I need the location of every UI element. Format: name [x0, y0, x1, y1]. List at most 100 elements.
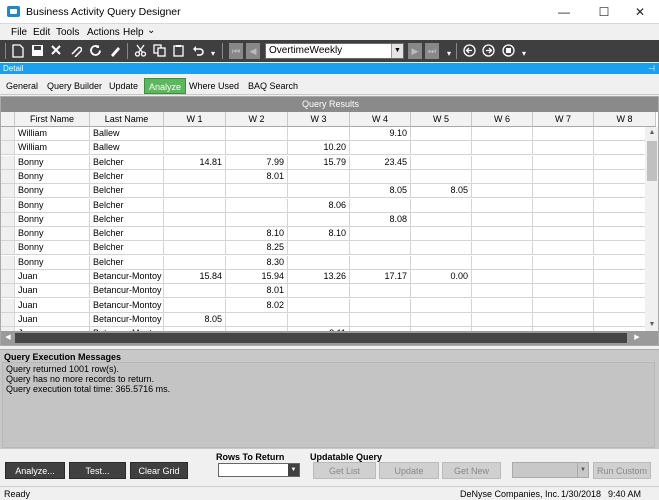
table-cell[interactable]: Juan — [15, 298, 90, 313]
more-tools-dropdown-icon[interactable]: ▾ — [517, 47, 531, 61]
column-header[interactable]: W 3 — [288, 112, 350, 127]
row-selector[interactable] — [1, 270, 15, 284]
column-header[interactable]: W 4 — [350, 112, 411, 127]
row-selector[interactable] — [1, 227, 15, 242]
table-row[interactable]: Bonny Belcher 14.81 7.99 15.79 23.45 — [1, 155, 645, 170]
table-cell[interactable] — [411, 241, 472, 256]
home-icon[interactable] — [501, 44, 515, 58]
chevron-down-icon[interactable]: ▼ — [288, 464, 299, 476]
table-cell[interactable]: 8.10 — [288, 227, 350, 242]
nav-dropdown-icon[interactable]: ▾ — [442, 47, 456, 61]
table-row[interactable]: Bonny Belcher 8.01 — [1, 169, 645, 184]
menu-help[interactable]: Help — [123, 27, 144, 38]
table-cell[interactable] — [472, 141, 533, 156]
table-cell[interactable] — [226, 141, 288, 156]
table-cell[interactable]: 15.94 — [226, 270, 288, 284]
table-cell[interactable]: 8.05 — [350, 184, 411, 199]
scroll-right-icon[interactable]: ▶ — [631, 332, 643, 344]
table-cell[interactable]: Bonny — [15, 198, 90, 213]
table-cell[interactable]: 8.25 — [226, 241, 288, 256]
table-row[interactable]: Juan Betancur-Montoy 8.05 — [1, 312, 645, 327]
maximize-button[interactable]: ☐ — [585, 0, 623, 24]
table-cell[interactable]: Betancur-Montoy — [90, 298, 164, 313]
table-cell[interactable] — [226, 312, 288, 327]
table-cell[interactable] — [411, 141, 472, 156]
row-selector[interactable] — [1, 169, 15, 184]
detail-panel-header[interactable]: Detail ⊣ — [0, 63, 659, 74]
table-cell[interactable] — [594, 284, 645, 299]
table-cell[interactable]: 23.45 — [350, 155, 411, 170]
table-cell[interactable] — [594, 141, 645, 156]
undo-icon[interactable] — [191, 44, 205, 58]
table-cell[interactable] — [288, 212, 350, 227]
analyze-button[interactable]: Analyze... — [5, 462, 65, 479]
horizontal-scroll-thumb[interactable] — [15, 333, 627, 343]
table-cell[interactable] — [350, 198, 411, 213]
table-cell[interactable]: 8.06 — [288, 198, 350, 213]
table-cell[interactable] — [288, 255, 350, 270]
query-select[interactable]: OvertimeWeekly ▼ — [265, 43, 404, 59]
table-cell[interactable]: 8.10 — [226, 227, 288, 242]
table-row[interactable]: Juan Betancur-Montoy 8.01 — [1, 284, 645, 299]
table-cell[interactable] — [472, 241, 533, 256]
tab-baq-search[interactable]: BAQ Search — [248, 81, 298, 91]
get-list-button[interactable]: Get List — [313, 462, 376, 479]
table-cell[interactable]: Belcher — [90, 155, 164, 170]
table-cell[interactable] — [288, 284, 350, 299]
menu-edit[interactable]: Edit — [33, 27, 50, 38]
table-cell[interactable]: 17.17 — [350, 270, 411, 284]
row-selector[interactable] — [1, 255, 15, 270]
table-cell[interactable]: 8.05 — [164, 312, 226, 327]
table-cell[interactable]: Juan — [15, 312, 90, 327]
table-cell[interactable] — [226, 184, 288, 199]
table-cell[interactable]: 13.26 — [288, 270, 350, 284]
scroll-up-icon[interactable]: ▲ — [645, 127, 658, 139]
table-cell[interactable]: 8.05 — [411, 184, 472, 199]
table-cell[interactable] — [350, 284, 411, 299]
table-cell[interactable] — [533, 141, 594, 156]
test-button[interactable]: Test... — [69, 462, 126, 479]
table-cell[interactable] — [472, 284, 533, 299]
chevron-down-icon[interactable]: ▼ — [577, 463, 588, 477]
row-selector[interactable] — [1, 284, 15, 299]
grid-body[interactable]: William Ballew 9.10 William Ballew 10.20 Bonny… — [1, 127, 645, 331]
copy-icon[interactable] — [152, 44, 166, 58]
previous-record-icon[interactable]: ◀ — [246, 43, 260, 59]
table-cell[interactable] — [472, 270, 533, 284]
delete-icon[interactable] — [49, 44, 63, 58]
column-header[interactable]: W 2 — [226, 112, 288, 127]
table-cell[interactable] — [411, 127, 472, 141]
table-cell[interactable]: Ballew — [90, 127, 164, 141]
table-cell[interactable] — [411, 155, 472, 170]
first-record-icon[interactable]: ⏮ — [229, 43, 243, 59]
attach-icon[interactable] — [68, 44, 82, 58]
table-cell[interactable]: Ballew — [90, 141, 164, 156]
table-cell[interactable] — [164, 212, 226, 227]
query-results-grid[interactable]: Query Results First Name Last Name W 1W 2W… — [0, 96, 659, 346]
tab-general[interactable]: General — [6, 81, 38, 91]
update-button[interactable]: Update — [379, 462, 439, 479]
pin-icon[interactable]: ⊣ — [648, 63, 655, 74]
table-cell[interactable] — [226, 198, 288, 213]
table-cell[interactable] — [288, 241, 350, 256]
table-cell[interactable] — [594, 227, 645, 242]
table-cell[interactable] — [533, 284, 594, 299]
table-cell[interactable] — [411, 169, 472, 184]
table-cell[interactable] — [594, 241, 645, 256]
table-cell[interactable]: Bonny — [15, 227, 90, 242]
table-cell[interactable] — [533, 312, 594, 327]
table-cell[interactable]: Juan — [15, 284, 90, 299]
refresh-icon[interactable] — [88, 44, 102, 58]
table-cell[interactable]: Bonny — [15, 184, 90, 199]
menu-more-icon[interactable]: ⌄ — [147, 25, 155, 36]
vertical-scroll-thumb[interactable] — [647, 141, 657, 181]
tab-update[interactable]: Update — [109, 81, 138, 91]
row-selector[interactable] — [1, 184, 15, 199]
table-cell[interactable] — [533, 298, 594, 313]
rows-to-return-select[interactable]: ▼ — [218, 463, 300, 477]
table-cell[interactable] — [288, 184, 350, 199]
table-cell[interactable]: Bonny — [15, 212, 90, 227]
row-selector[interactable] — [1, 141, 15, 156]
minimize-button[interactable]: — — [545, 0, 583, 24]
table-cell[interactable]: 10.20 — [288, 141, 350, 156]
